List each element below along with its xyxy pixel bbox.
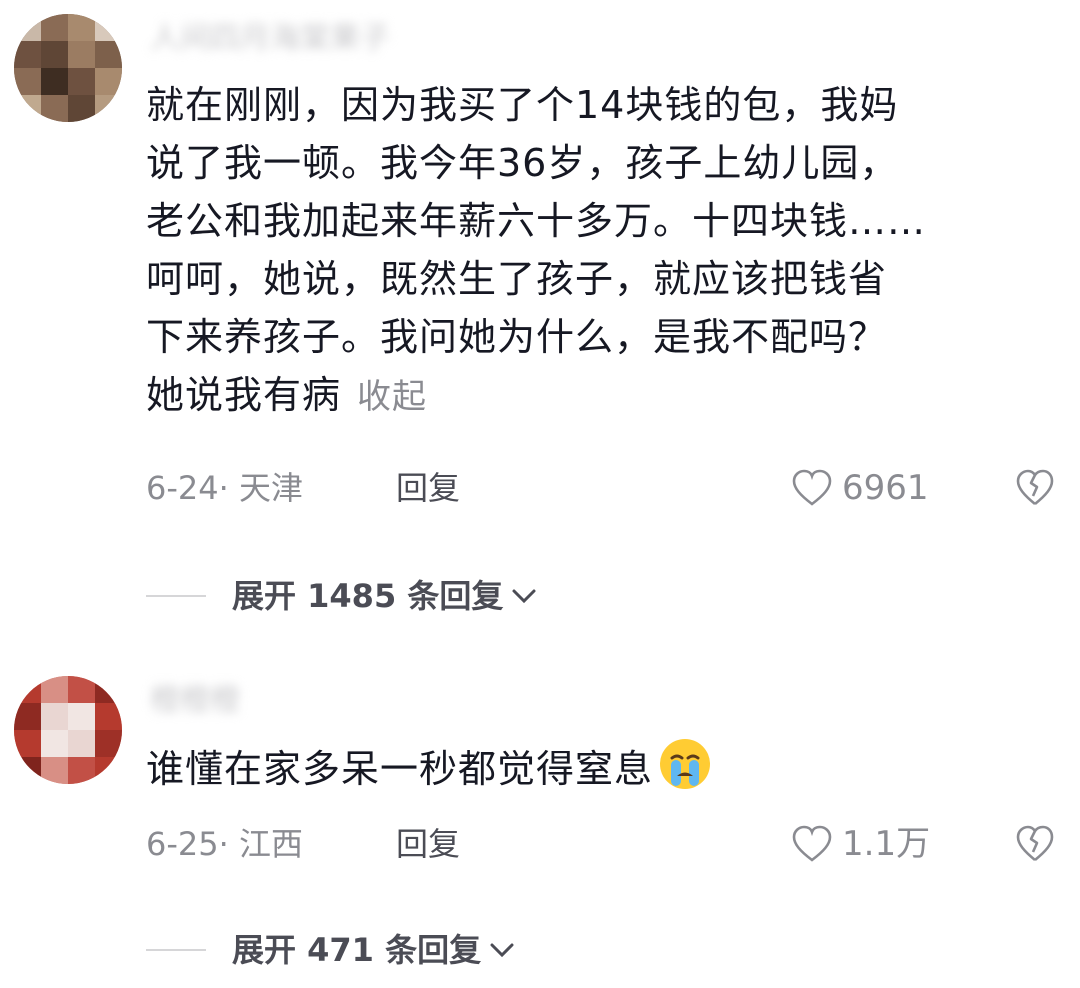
heart-icon [792,825,832,862]
divider-line [146,949,206,951]
comment-item: 橙橙橙 谁懂在家多呆一秒都觉得窒息 6-25· 江西 回复 1.1万 展开 47… [0,0,1080,988]
expand-replies-button[interactable]: 展开 471 条回复 [146,930,517,970]
dislike-button[interactable] [1014,824,1056,864]
crying-face-icon [660,739,711,789]
date-location: 6-25· 江西 [146,825,303,863]
avatar[interactable] [14,676,122,784]
like-button[interactable]: 1.1万 [790,824,930,864]
broken-heart-icon [1016,825,1054,862]
expand-replies-label: 展开 471 条回复 [232,931,482,969]
comment-text: 谁懂在家多呆一秒都觉得窒息 [146,736,1066,798]
reply-button[interactable]: 回复 [396,824,460,864]
chevron-down-icon [490,943,514,958]
username[interactable]: 橙橙橙 [150,686,240,716]
like-count: 1.1万 [842,824,931,864]
